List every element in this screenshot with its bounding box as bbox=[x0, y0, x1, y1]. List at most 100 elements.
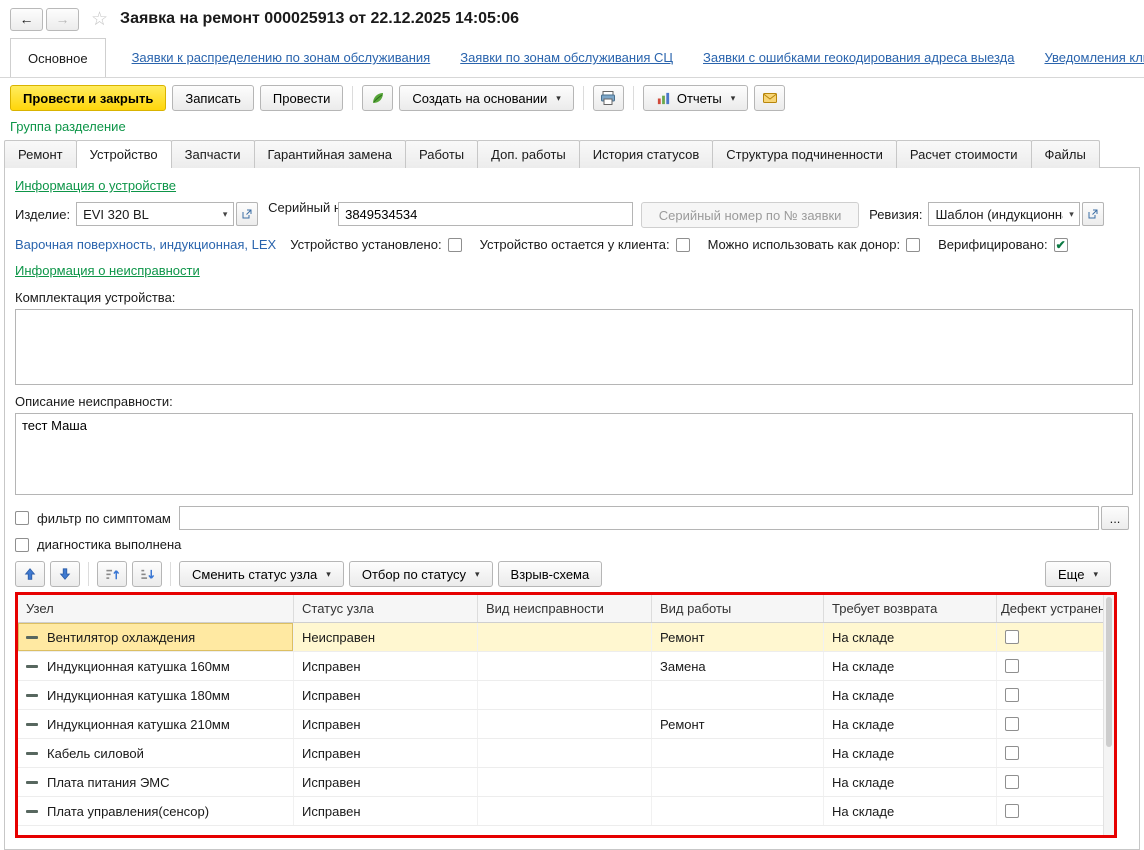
write-button[interactable]: Записать bbox=[172, 85, 254, 111]
defect-fixed-cell[interactable] bbox=[997, 739, 1103, 767]
move-up-button[interactable] bbox=[15, 561, 45, 587]
revision-open-button[interactable] bbox=[1082, 202, 1104, 226]
chevron-down-icon[interactable]: ▾ bbox=[1063, 209, 1079, 220]
symptom-filter-ellipsis-button[interactable]: ... bbox=[1101, 506, 1129, 530]
checkbox[interactable] bbox=[1054, 238, 1068, 252]
status-cell[interactable]: Исправен bbox=[294, 768, 478, 796]
status-cell[interactable]: Исправен bbox=[294, 797, 478, 825]
post-button[interactable]: Провести bbox=[260, 85, 344, 111]
fault-cell[interactable] bbox=[478, 797, 652, 825]
tab[interactable]: Работы bbox=[405, 140, 478, 168]
create-based-on-button[interactable]: Создать на основании ▾ bbox=[399, 85, 573, 111]
work-cell[interactable]: Ремонт bbox=[652, 710, 824, 738]
status-cell[interactable]: Исправен bbox=[294, 739, 478, 767]
status-cell[interactable]: Исправен bbox=[294, 681, 478, 709]
fault-cell[interactable] bbox=[478, 768, 652, 796]
return-cell[interactable]: На складе bbox=[824, 710, 997, 738]
fault-cell[interactable] bbox=[478, 652, 652, 680]
node-cell[interactable]: Вентилятор охлаждения bbox=[18, 623, 294, 651]
revision-combobox[interactable]: Шаблон (индукционная ▾ bbox=[928, 202, 1080, 226]
reports-button[interactable]: Отчеты ▾ bbox=[643, 85, 748, 111]
equipment-textarea[interactable] bbox=[15, 309, 1133, 385]
tab[interactable]: Структура подчиненности bbox=[712, 140, 897, 168]
tab[interactable]: Запчасти bbox=[171, 140, 255, 168]
filter-by-status-button[interactable]: Отбор по статусу ▾ bbox=[349, 561, 493, 587]
column-header[interactable]: Вид работы bbox=[652, 595, 824, 622]
table-row[interactable]: Плата питания ЭМСИсправен На складе bbox=[18, 768, 1103, 797]
node-cell[interactable]: Кабель силовой bbox=[18, 739, 294, 767]
column-header[interactable]: Вид неисправности bbox=[478, 595, 652, 622]
checkbox[interactable] bbox=[906, 238, 920, 252]
sort-descending-button[interactable] bbox=[132, 561, 162, 587]
checkbox[interactable] bbox=[676, 238, 690, 252]
return-cell[interactable]: На складе bbox=[824, 623, 997, 651]
sort-ascending-button[interactable] bbox=[97, 561, 127, 587]
checkbox[interactable] bbox=[448, 238, 462, 252]
node-cell[interactable]: Плата питания ЭМС bbox=[18, 768, 294, 796]
tab[interactable]: Устройство bbox=[76, 140, 172, 168]
tab[interactable]: Гарантийная замена bbox=[254, 140, 406, 168]
work-cell[interactable] bbox=[652, 797, 824, 825]
return-cell[interactable]: На складе bbox=[824, 652, 997, 680]
move-down-button[interactable] bbox=[50, 561, 80, 587]
table-row[interactable]: Вентилятор охлажденияНеисправен РемонтНа … bbox=[18, 623, 1103, 652]
defect-fixed-checkbox[interactable] bbox=[1005, 746, 1019, 760]
nav-link[interactable]: Заявки к распределению по зонам обслужив… bbox=[132, 50, 431, 65]
back-button[interactable]: ← bbox=[10, 8, 43, 31]
device-section-header[interactable]: Информация о устройстве bbox=[15, 178, 176, 193]
forward-button[interactable]: → bbox=[46, 8, 79, 31]
defect-fixed-checkbox[interactable] bbox=[1005, 688, 1019, 702]
defect-fixed-cell[interactable] bbox=[997, 652, 1103, 680]
table-row[interactable]: Плата управления(сенсор)ИсправенНа склад… bbox=[18, 797, 1103, 826]
nav-link[interactable]: Уведомления клиентам о и bbox=[1044, 50, 1144, 65]
fault-cell[interactable] bbox=[478, 710, 652, 738]
table-scrollbar[interactable] bbox=[1103, 595, 1114, 835]
column-header[interactable]: Узел bbox=[18, 595, 294, 622]
tab[interactable]: Доп. работы bbox=[477, 140, 580, 168]
scrollbar-thumb[interactable] bbox=[1106, 597, 1112, 747]
column-header[interactable]: Дефект устранен bbox=[997, 595, 1103, 622]
defect-fixed-cell[interactable] bbox=[997, 623, 1103, 651]
description-textarea[interactable]: тест Маша bbox=[15, 413, 1133, 495]
work-cell[interactable] bbox=[652, 681, 824, 709]
group-separation-link[interactable]: Группа разделение bbox=[10, 119, 126, 134]
work-cell[interactable]: Ремонт bbox=[652, 623, 824, 651]
defect-fixed-checkbox[interactable] bbox=[1005, 717, 1019, 731]
defect-fixed-cell[interactable] bbox=[997, 681, 1103, 709]
nav-tab-main[interactable]: Основное bbox=[10, 38, 106, 78]
tab[interactable]: История статусов bbox=[579, 140, 714, 168]
defect-fixed-checkbox[interactable] bbox=[1005, 804, 1019, 818]
email-button[interactable] bbox=[754, 85, 785, 111]
tab[interactable]: Расчет стоимости bbox=[896, 140, 1032, 168]
status-cell[interactable]: Неисправен bbox=[294, 623, 478, 651]
defect-fixed-cell[interactable] bbox=[997, 768, 1103, 796]
serial-input[interactable] bbox=[338, 202, 633, 226]
device-type-link[interactable]: Варочная поверхность, индукционная, LEX bbox=[15, 237, 276, 252]
nav-link[interactable]: Заявки по зонам обслуживания СЦ bbox=[460, 50, 673, 65]
fault-cell[interactable] bbox=[478, 739, 652, 767]
table-row[interactable]: Индукционная катушка 160ммИсправенЗамена… bbox=[18, 652, 1103, 681]
favorite-star-icon[interactable]: ☆ bbox=[91, 8, 108, 31]
serial-by-request-button[interactable]: Серийный номер по № заявки bbox=[641, 202, 859, 228]
tab[interactable]: Файлы bbox=[1031, 140, 1100, 168]
more-button[interactable]: Еще ▾ bbox=[1045, 561, 1111, 587]
table-row[interactable]: Кабель силовойИсправенНа складе bbox=[18, 739, 1103, 768]
return-cell[interactable]: На складе bbox=[824, 681, 997, 709]
column-header[interactable]: Требует возврата bbox=[824, 595, 997, 622]
symptom-filter-checkbox[interactable] bbox=[15, 511, 29, 525]
chevron-down-icon[interactable]: ▾ bbox=[217, 209, 233, 220]
return-cell[interactable]: На складе bbox=[824, 797, 997, 825]
green-leaf-button[interactable] bbox=[362, 85, 393, 111]
diagnostics-checkbox[interactable] bbox=[15, 538, 29, 552]
defect-fixed-cell[interactable] bbox=[997, 797, 1103, 825]
tab[interactable]: Ремонт bbox=[4, 140, 77, 168]
fault-section-header[interactable]: Информация о неисправности bbox=[15, 263, 200, 278]
work-cell[interactable] bbox=[652, 739, 824, 767]
print-button[interactable] bbox=[593, 85, 624, 111]
table-row[interactable]: Индукционная катушка 180ммИсправенНа скл… bbox=[18, 681, 1103, 710]
work-cell[interactable] bbox=[652, 768, 824, 796]
change-node-status-button[interactable]: Сменить статус узла ▾ bbox=[179, 561, 344, 587]
node-cell[interactable]: Индукционная катушка 210мм bbox=[18, 710, 294, 738]
return-cell[interactable]: На складе bbox=[824, 768, 997, 796]
work-cell[interactable]: Замена bbox=[652, 652, 824, 680]
